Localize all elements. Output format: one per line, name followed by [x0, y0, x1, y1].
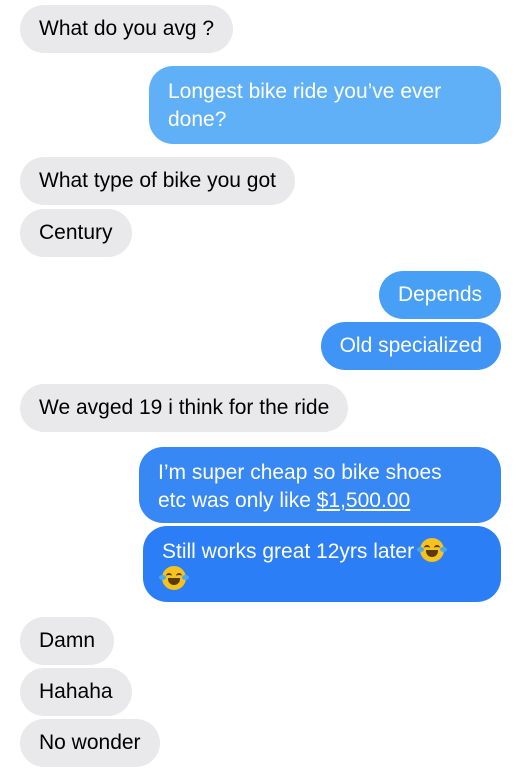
laughing-emoji-icon: [417, 538, 448, 562]
message-text-line: etc was only like $1,500.00: [158, 487, 482, 515]
message-text-line: Still works great 12yrs later: [162, 538, 482, 566]
message-text: etc was only like: [158, 489, 317, 512]
message-bubble-incoming[interactable]: No wonder: [20, 719, 160, 767]
message-bubble-outgoing[interactable]: Depends: [378, 271, 501, 319]
message-bubble-incoming[interactable]: Hahaha: [20, 668, 132, 716]
message-text: What do you avg ?: [39, 17, 215, 40]
message-bubble-outgoing[interactable]: Old specialized: [320, 322, 501, 370]
message-text-line: [159, 566, 482, 594]
message-text: Century: [39, 221, 113, 244]
message-text: Depends: [397, 283, 482, 306]
message-text: No wonder: [39, 731, 141, 754]
message-text-line: done?: [168, 108, 227, 131]
message-bubble-incoming[interactable]: Century: [20, 209, 132, 257]
message-text: Damn: [39, 629, 96, 652]
message-text: We avged 19 i think for the ride: [39, 396, 330, 419]
message-bubble-outgoing[interactable]: Still works great 12yrs later: [143, 526, 501, 602]
message-bubble-incoming[interactable]: Damn: [20, 617, 115, 665]
message-text-line: Longest bike ride you’ve ever: [168, 80, 442, 103]
message-text: Still works great 12yrs later: [162, 540, 415, 563]
message-text-line: I’m super cheap so bike shoes: [158, 461, 442, 484]
message-bubble-incoming[interactable]: We avged 19 i think for the ride: [20, 384, 349, 432]
message-bubble-incoming[interactable]: What type of bike you got: [20, 157, 295, 205]
message-text: What type of bike you got: [39, 169, 276, 192]
message-text: Hahaha: [39, 680, 113, 703]
price-link[interactable]: $1,500.00: [317, 489, 410, 512]
message-text: Old specialized: [339, 334, 482, 357]
message-bubble-outgoing[interactable]: I’m super cheap so bike shoes etc was on…: [139, 447, 501, 523]
laughing-emoji-icon: [159, 566, 189, 590]
message-bubble-outgoing[interactable]: Longest bike ride you’ve ever done?: [149, 66, 501, 144]
message-bubble-incoming[interactable]: What do you avg ?: [20, 5, 234, 53]
